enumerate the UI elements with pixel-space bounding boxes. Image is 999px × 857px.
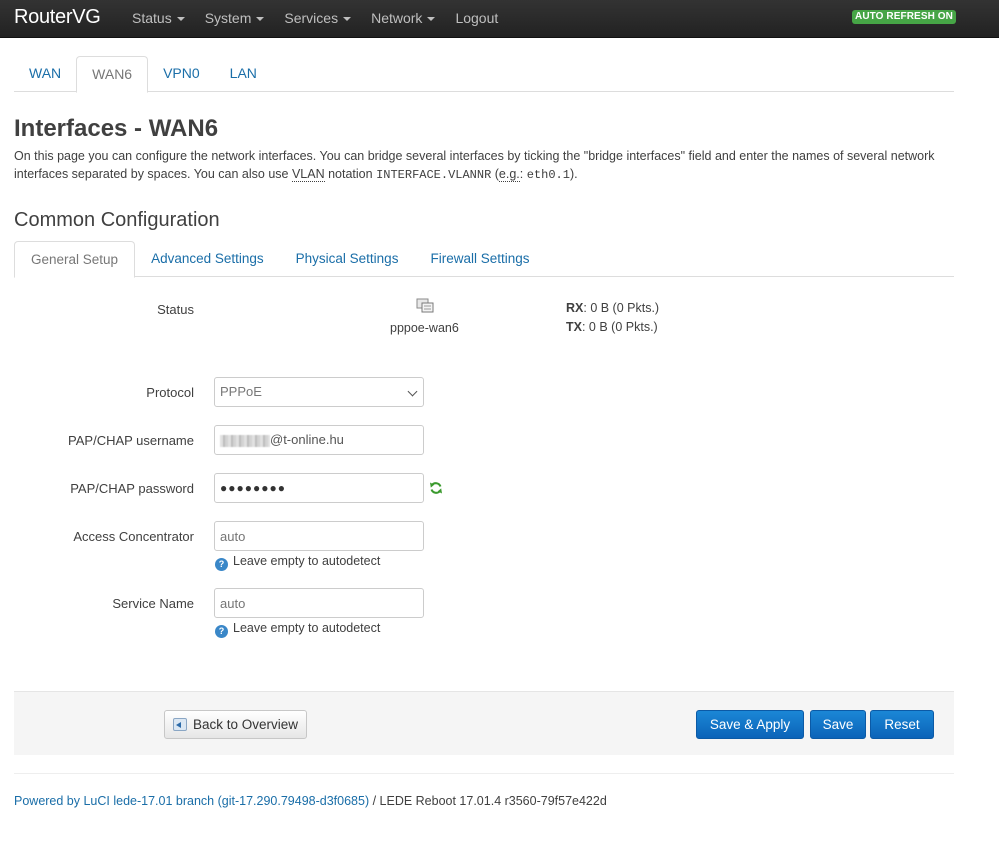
tx-stat: TX: 0 B (0 Pkts.) [566,320,658,334]
menu-logout-label: Logout [455,10,499,26]
chevron-down-icon [407,386,418,397]
redacted-username-blur [220,434,270,447]
access-concentrator-hint-text: Leave empty to autodetect [233,554,381,568]
reset-button[interactable]: Reset [870,710,934,739]
menu-system-label: System [204,10,252,26]
tab-firewall-settings[interactable]: Firewall Settings [414,241,545,277]
menu-services[interactable]: Services [274,0,361,38]
protocol-value: PPPoE [220,384,262,399]
section-title: Common Configuration [14,209,220,231]
back-arrow-icon [173,718,187,731]
tab-vpn0[interactable]: VPN0 [148,56,215,92]
eg-abbr: e.g. [498,167,520,182]
rx-stat: RX: 0 B (0 Pkts.) [566,301,659,315]
form-actions: Back to Overview Save & Apply Save Reset [14,691,954,755]
tx-value: : 0 B (0 Pkts.) [581,320,658,334]
rx-label: RX [566,301,584,315]
tab-wan6[interactable]: WAN6 [76,56,149,93]
protocol-label: Protocol [146,385,194,400]
main-menu: Status System Services Network Logout [122,0,508,38]
tab-advanced-settings[interactable]: Advanced Settings [135,241,280,277]
save-button[interactable]: Save [810,710,866,739]
tab-wan[interactable]: WAN [14,56,76,92]
menu-services-label: Services [284,10,339,26]
help-icon: ? [215,625,228,638]
menu-network-label: Network [371,10,423,26]
tab-general-setup[interactable]: General Setup [14,241,136,278]
tx-label: TX [566,320,582,334]
caret-down-icon [427,17,436,22]
interface-name: pppoe-wan6 [390,321,459,335]
rx-value: : 0 B (0 Pkts.) [583,301,660,315]
password-input[interactable]: ●●●●●●●● [214,473,424,503]
username-label: PAP/CHAP username [68,433,194,448]
access-concentrator-label: Access Concentrator [73,529,194,544]
vlan-abbr: VLAN [291,167,325,182]
service-name-label: Service Name [112,596,194,611]
intro-text-5: ). [569,167,578,181]
intro-text-4: : [519,167,527,181]
service-name-input[interactable] [214,588,424,618]
status-label: Status [157,302,194,317]
intro-text-2: notation [324,167,377,181]
service-name-hint-text: Leave empty to autodetect [233,621,381,635]
menu-logout[interactable]: Logout [445,0,508,38]
network-device-icon [416,298,434,313]
footer-version: / LEDE Reboot 17.01.4 r3560-79f57e422d [369,794,607,808]
page-description: On this page you can configure the netwo… [14,147,944,184]
page-title: Interfaces - WAN6 [14,115,219,142]
top-navbar: RouterVG Status System Services Network … [0,0,999,38]
intro-code-1: INTERFACE.VLANNR [376,168,492,182]
menu-status[interactable]: Status [122,0,195,38]
menu-status-label: Status [132,10,172,26]
protocol-select[interactable]: PPPoE [214,377,424,407]
auto-refresh-badge[interactable]: AUTO REFRESH ON [852,10,956,24]
caret-down-icon [176,17,185,22]
caret-down-icon [256,17,265,22]
password-label: PAP/CHAP password [70,481,194,496]
footer-divider [14,773,954,774]
intro-text-3: ( [491,167,499,181]
menu-system[interactable]: System [195,0,275,38]
caret-down-icon [343,17,352,22]
username-value: @t-online.hu [270,432,344,447]
luci-link[interactable]: Powered by LuCI lede-17.01 branch (git-1… [14,794,369,808]
password-value: ●●●●●●●● [220,481,286,495]
username-input[interactable]: @t-online.hu [214,425,424,455]
access-concentrator-input[interactable] [214,521,424,551]
tab-physical-settings[interactable]: Physical Settings [280,241,415,277]
access-concentrator-hint: ? Leave empty to autodetect [215,554,380,571]
interface-tabs: WAN WAN6 VPN0 LAN [14,56,954,93]
back-to-overview-label: Back to Overview [193,717,299,732]
tab-lan[interactable]: LAN [215,56,272,92]
save-apply-button[interactable]: Save & Apply [696,710,804,739]
reload-icon[interactable] [429,481,443,495]
menu-network[interactable]: Network [361,0,445,38]
brand-logo[interactable]: RouterVG [14,6,101,29]
config-subtabs: General Setup Advanced Settings Physical… [14,241,954,278]
back-to-overview-button[interactable]: Back to Overview [164,710,307,739]
help-icon: ? [215,558,228,571]
footer: Powered by LuCI lede-17.01 branch (git-1… [14,794,607,808]
intro-code-2: eth0.1 [526,168,570,182]
service-name-hint: ? Leave empty to autodetect [215,621,380,638]
